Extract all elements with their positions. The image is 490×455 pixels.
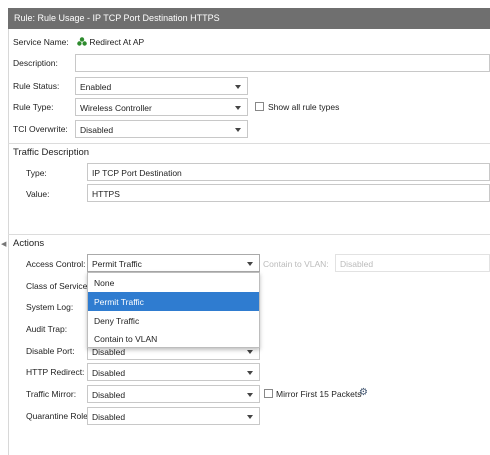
chevron-down-icon <box>247 393 253 397</box>
window-title: Rule: Rule Usage - IP TCP Port Destinati… <box>14 13 220 23</box>
chevron-down-icon <box>247 371 253 375</box>
audit-trap-label: Audit Trap: <box>26 324 68 334</box>
traffic-description-heading: Traffic Description <box>13 147 90 158</box>
mirror-first-packets-label: Mirror First 15 Packets <box>276 389 362 399</box>
rule-status-select[interactable]: Enabled <box>75 77 248 95</box>
rule-status-value: Enabled <box>80 82 112 92</box>
http-redirect-select[interactable]: Disabled <box>87 363 260 381</box>
chevron-down-icon <box>235 106 241 110</box>
traffic-value-label: Value: <box>26 189 50 199</box>
chevron-down-icon <box>235 85 241 89</box>
contain-to-vlan-label: Contain to VLAN: <box>263 259 329 269</box>
gear-icon[interactable]: ⚙ <box>359 387 368 398</box>
access-control-dropdown: None Permit Traffic Deny Traffic Contain… <box>87 272 260 348</box>
contain-to-vlan-select[interactable]: Disabled <box>335 254 490 272</box>
traffic-mirror-label: Traffic Mirror: <box>26 389 77 399</box>
contain-to-vlan-value: Disabled <box>340 259 374 269</box>
disable-port-label: Disable Port: <box>26 346 75 356</box>
window-title-bar: Rule: Rule Usage - IP TCP Port Destinati… <box>8 8 490 29</box>
traffic-value-field: HTTPS <box>87 184 490 202</box>
rule-type-value: Wireless Controller <box>80 103 152 113</box>
traffic-type-field: IP TCP Port Destination <box>87 163 490 181</box>
rule-type-label: Rule Type: <box>13 102 54 112</box>
tci-overwrite-select[interactable]: Disabled <box>75 120 248 138</box>
class-of-service-label: Class of Service: <box>26 281 90 291</box>
service-icon <box>77 37 87 46</box>
divider <box>8 143 490 144</box>
tci-overwrite-value: Disabled <box>80 125 114 135</box>
service-name-label: Service Name: <box>13 37 69 47</box>
dropdown-option-deny-traffic[interactable]: Deny Traffic <box>88 311 259 330</box>
access-control-value: Permit Traffic <box>92 259 142 269</box>
rule-type-select[interactable]: Wireless Controller <box>75 98 248 116</box>
mirror-first-packets-checkbox[interactable] <box>264 389 273 398</box>
divider <box>8 234 490 235</box>
disable-port-value: Disabled <box>92 347 126 357</box>
service-name-value: Redirect At AP <box>75 33 490 51</box>
traffic-type-label: Type: <box>26 168 47 178</box>
quarantine-role-value: Disabled <box>92 412 126 422</box>
dropdown-option-permit-traffic[interactable]: Permit Traffic <box>88 292 259 311</box>
http-redirect-label: HTTP Redirect: <box>26 367 85 377</box>
system-log-label: System Log: <box>26 302 74 312</box>
rule-status-label: Rule Status: <box>13 81 60 91</box>
chevron-down-icon <box>247 415 253 419</box>
chevron-down-icon <box>235 128 241 132</box>
dropdown-option-none[interactable]: None <box>88 273 259 292</box>
traffic-mirror-select[interactable]: Disabled <box>87 385 260 403</box>
description-label: Description: <box>13 58 58 68</box>
traffic-mirror-value: Disabled <box>92 390 126 400</box>
http-redirect-value: Disabled <box>92 368 126 378</box>
resize-handle-icon[interactable]: ◀ <box>1 240 6 248</box>
access-control-select[interactable]: Permit Traffic <box>87 254 260 272</box>
quarantine-role-label: Quarantine Role: <box>26 411 91 421</box>
quarantine-role-select[interactable]: Disabled <box>87 407 260 425</box>
chevron-down-icon <box>247 350 253 354</box>
traffic-type-value: IP TCP Port Destination <box>92 168 182 178</box>
traffic-value-value: HTTPS <box>92 189 120 199</box>
actions-heading: Actions <box>13 238 45 249</box>
access-control-label: Access Control: <box>26 259 86 269</box>
chevron-down-icon <box>247 262 253 266</box>
show-all-rule-types-label: Show all rule types <box>268 102 340 112</box>
dropdown-option-contain-to-vlan[interactable]: Contain to VLAN <box>88 329 259 348</box>
show-all-rule-types-checkbox[interactable] <box>255 102 264 111</box>
description-input[interactable] <box>75 54 490 72</box>
service-name-text: Redirect At AP <box>89 37 145 47</box>
tci-overwrite-label: TCI Overwrite: <box>13 124 68 134</box>
